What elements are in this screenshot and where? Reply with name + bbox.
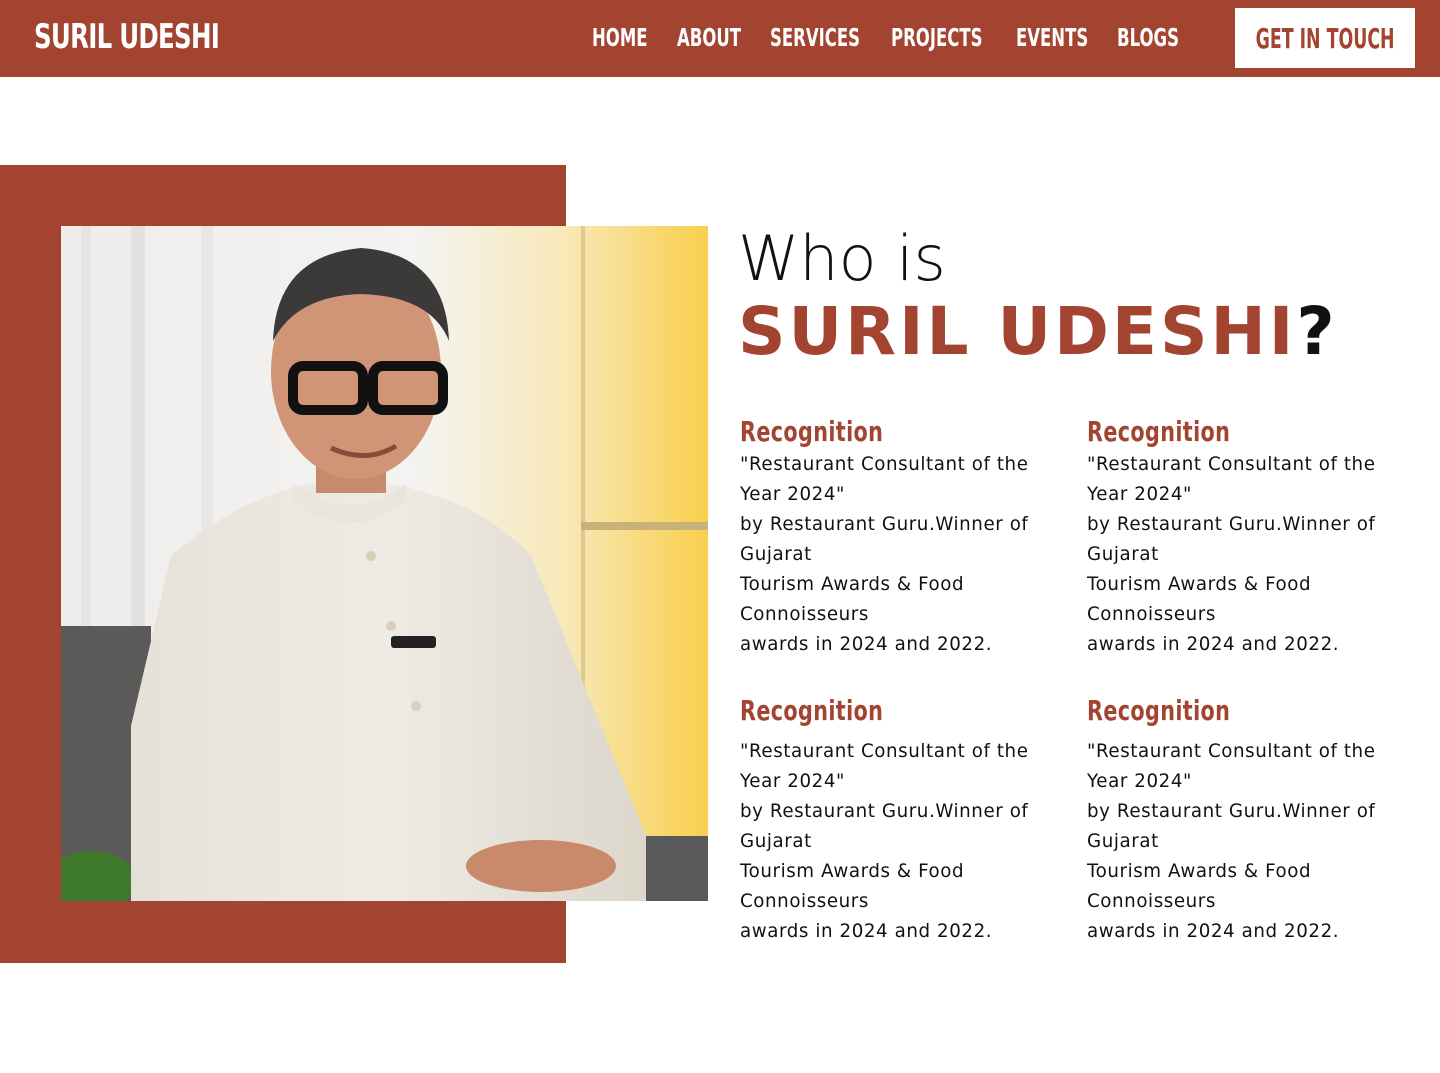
card-title: Recognition: [1087, 694, 1231, 727]
card-line: Connoisseurs: [1087, 603, 1216, 625]
card-line: "Restaurant Consultant of the: [1087, 453, 1376, 475]
card-line: by Restaurant Guru.Winner of: [740, 800, 1029, 822]
card-line: Gujarat: [740, 543, 812, 565]
card-line: Gujarat: [1087, 830, 1159, 852]
card-line: Connoisseurs: [740, 603, 869, 625]
recognition-card: Recognition "Restaurant Consultant of th…: [1087, 415, 1407, 659]
card-body: "Restaurant Consultant of the Year 2024"…: [740, 736, 1060, 946]
card-line: awards in 2024 and 2022.: [1087, 920, 1340, 942]
card-line: Year 2024": [740, 770, 845, 792]
card-line: Year 2024": [740, 483, 845, 505]
name-heading: SURIL UDESHI?: [738, 294, 1338, 370]
card-line: by Restaurant Guru.Winner of: [1087, 513, 1376, 535]
name-heading-question-mark: ?: [1296, 293, 1338, 370]
card-line: "Restaurant Consultant of the: [740, 740, 1029, 762]
card-line: by Restaurant Guru.Winner of: [1087, 800, 1376, 822]
nav-about[interactable]: ABOUT: [677, 22, 741, 54]
card-line: "Restaurant Consultant of the: [740, 453, 1029, 475]
card-title: Recognition: [740, 415, 884, 448]
nav-events[interactable]: EVENTS: [1016, 22, 1088, 54]
portrait-photo: [61, 226, 708, 901]
card-line: by Restaurant Guru.Winner of: [740, 513, 1029, 535]
card-line: Tourism Awards & Food: [1087, 573, 1312, 595]
recognition-card: Recognition "Restaurant Consultant of th…: [740, 415, 1060, 659]
card-line: Tourism Awards & Food: [1087, 860, 1312, 882]
top-navbar: SURIL UDESHI HOME ABOUT SERVICES PROJECT…: [0, 0, 1440, 77]
recognition-card: Recognition "Restaurant Consultant of th…: [1087, 694, 1407, 946]
nav-services[interactable]: SERVICES: [770, 22, 860, 54]
name-heading-name: SURIL UDESHI: [738, 293, 1297, 370]
card-body: "Restaurant Consultant of the Year 2024"…: [740, 449, 1060, 659]
nav-projects[interactable]: PROJECTS: [891, 22, 982, 54]
card-line: "Restaurant Consultant of the: [1087, 740, 1376, 762]
card-line: awards in 2024 and 2022.: [740, 920, 993, 942]
portrait-illustration: [61, 226, 708, 901]
card-line: Year 2024": [1087, 483, 1192, 505]
card-line: Connoisseurs: [740, 890, 869, 912]
card-line: Year 2024": [1087, 770, 1192, 792]
brand-logo[interactable]: SURIL UDESHI: [34, 14, 220, 60]
who-is-heading: Who is: [738, 222, 946, 295]
card-title: Recognition: [740, 694, 884, 727]
nav-home[interactable]: HOME: [592, 22, 648, 54]
recognition-card: Recognition "Restaurant Consultant of th…: [740, 694, 1060, 946]
nav-blogs[interactable]: BLOGS: [1117, 22, 1179, 54]
card-line: Connoisseurs: [1087, 890, 1216, 912]
card-line: Gujarat: [1087, 543, 1159, 565]
card-line: Tourism Awards & Food: [740, 860, 965, 882]
card-body: "Restaurant Consultant of the Year 2024"…: [1087, 449, 1407, 659]
card-line: awards in 2024 and 2022.: [1087, 633, 1340, 655]
get-in-touch-button[interactable]: GET IN TOUCH: [1235, 8, 1415, 68]
card-line: awards in 2024 and 2022.: [740, 633, 993, 655]
card-line: Gujarat: [740, 830, 812, 852]
card-title: Recognition: [1087, 415, 1231, 448]
card-body: "Restaurant Consultant of the Year 2024"…: [1087, 736, 1407, 946]
get-in-touch-label: GET IN TOUCH: [1255, 21, 1395, 55]
card-line: Tourism Awards & Food: [740, 573, 965, 595]
